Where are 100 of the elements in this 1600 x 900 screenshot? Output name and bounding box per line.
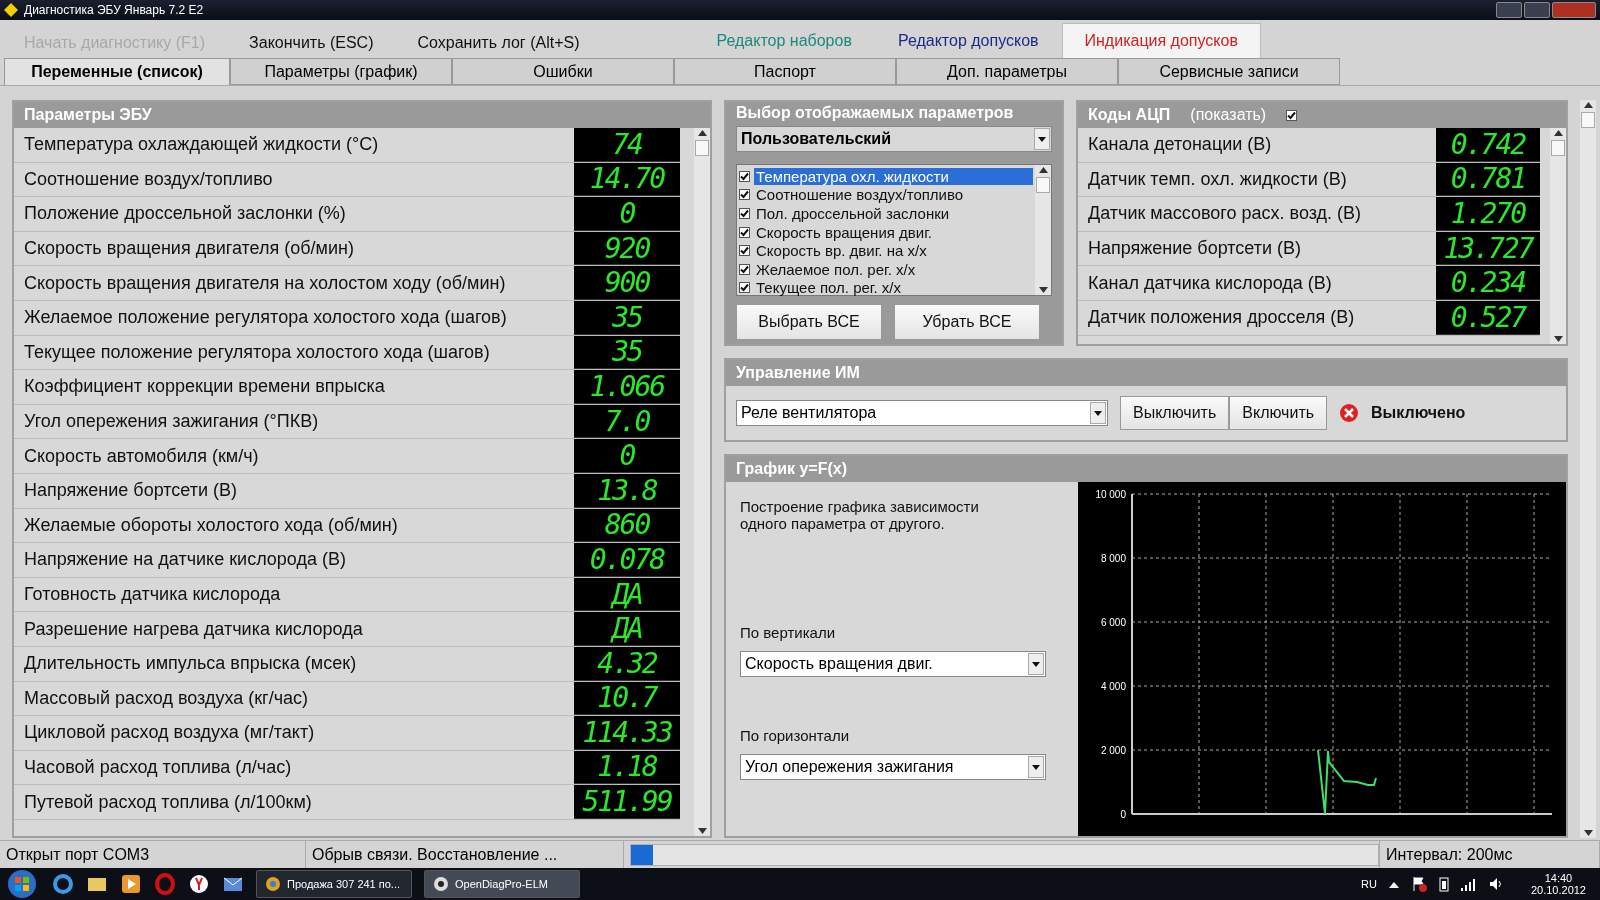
dropdown-arrow-icon[interactable] [1094, 410, 1102, 416]
tab[interactable]: Ошибки [452, 58, 674, 85]
scroll-thumb[interactable] [1581, 112, 1595, 128]
dropdown-arrow-icon[interactable] [1032, 661, 1040, 667]
adc-value: 0.742 [1436, 128, 1540, 162]
language-indicator[interactable]: RU [1361, 878, 1377, 890]
horizontal-dropdown[interactable]: Угол опережения зажигания [740, 754, 1046, 780]
scroll-down-icon[interactable] [1038, 287, 1048, 293]
graph-description: Построение графика зависимости одного параметра от другого. [740, 498, 980, 532]
checkbox[interactable] [739, 208, 750, 219]
browser-icon[interactable] [52, 873, 74, 895]
scroll-thumb[interactable] [695, 140, 709, 156]
parameter-value: 1.18 [574, 750, 680, 785]
parameter-list-item[interactable]: Текущее пол. рег. х/х [739, 278, 1033, 298]
parameter-value: 1.066 [574, 370, 680, 404]
parameter-value: 74 [574, 128, 680, 162]
toolbar-button[interactable]: Сохранить лог (Alt+S) [417, 34, 580, 58]
parameter-name: Скорость вращения двигателя на холостом ходу (об/мин) [23, 271, 507, 295]
checkbox[interactable] [739, 226, 750, 238]
tab[interactable]: Параметры (график) [230, 58, 452, 85]
scrollbar[interactable] [1035, 165, 1051, 295]
parameter-value: 35 [574, 300, 680, 335]
scroll-up-icon[interactable] [1038, 167, 1048, 173]
tick-label: 0 [1120, 809, 1126, 820]
scroll-up-icon[interactable] [1583, 102, 1593, 108]
battery-icon[interactable] [1438, 876, 1449, 892]
checkbox[interactable] [739, 263, 750, 275]
parameter-list-item[interactable]: Пол. дроссельной заслонки [739, 204, 1033, 223]
clock-date: 20.10.2012 [1530, 884, 1586, 896]
parameter-value: 10.7 [574, 681, 680, 716]
parameter-list-item[interactable]: Желаемое пол. рег. х/х [739, 259, 1033, 279]
parameter-value: 4.32 [574, 646, 680, 681]
tray-arrow-icon[interactable] [1388, 880, 1399, 888]
checkbox[interactable] [1286, 109, 1298, 121]
scroll-down-icon[interactable] [1583, 830, 1593, 836]
scroll-thumb[interactable] [1551, 140, 1565, 156]
mode-tab[interactable]: Индикация допусков [1061, 23, 1261, 58]
select-button[interactable]: Выбрать ВСЕ [736, 304, 882, 340]
parameter-list-item[interactable]: Соотношение воздух/топливо [739, 185, 1033, 205]
minimize-button[interactable] [1496, 2, 1522, 18]
scroll-down-icon[interactable] [1553, 336, 1563, 342]
parameter-list-item[interactable]: Скорость вр. двиг. на х/х [739, 241, 1033, 260]
control-button[interactable]: Включить [1229, 396, 1328, 430]
dropdown-arrow-icon[interactable] [1032, 764, 1040, 770]
parameter-value: 900 [574, 266, 680, 300]
device-dropdown[interactable]: Реле вентилятора [736, 400, 1108, 426]
scrollbar[interactable] [1550, 128, 1566, 344]
parameter-name: Угол опережения зажигания (°ПКВ) [23, 410, 320, 434]
parameter-value: ДА [574, 577, 680, 612]
taskbar-button[interactable]: OpenDiagPro-ELM [424, 870, 580, 898]
control-button[interactable]: Выключить [1120, 396, 1230, 430]
tab[interactable]: Доп. параметры [896, 58, 1118, 85]
preset-dropdown[interactable]: Пользовательский [736, 126, 1052, 152]
axis-label: По вертикали [740, 624, 837, 641]
parameter-name: Часовой расход топлива (л/час) [23, 756, 293, 779]
adc-name: Канала детонации (В) [1087, 133, 1273, 157]
checkbox[interactable] [739, 170, 750, 182]
mode-tab[interactable]: Редактор допусков [874, 23, 1062, 58]
adc-value: 1.270 [1436, 197, 1540, 231]
parameter-name: Соотношение воздух/топливо [23, 167, 274, 191]
dropdown-arrow-icon[interactable] [1038, 136, 1046, 142]
clock-time: 14:40 [1544, 872, 1573, 884]
parameter-value: 920 [574, 231, 680, 266]
control-status: Выключено [1371, 404, 1466, 422]
checkbox[interactable] [739, 189, 750, 201]
parameter-value: 114.33 [574, 716, 680, 750]
scrollbar[interactable] [694, 128, 710, 836]
adc-value: 0.781 [1436, 162, 1540, 197]
parameter-name: Длительность импульса впрыска (мсек) [23, 652, 358, 676]
select-button[interactable]: Убрать ВСЕ [894, 304, 1040, 340]
adc-name: Датчик темп. охл. жидкости (В) [1087, 167, 1348, 191]
media-player-icon[interactable] [120, 873, 142, 895]
app-icon [4, 3, 18, 17]
app-icon [265, 876, 281, 892]
vertical-dropdown[interactable]: Скорость вращения двиг. [740, 651, 1046, 677]
window-title: Диагностика ЭБУ Январь 7.2 E2 [24, 3, 204, 17]
parameter-name: Путевой расход топлива (л/100км) [23, 790, 313, 814]
tab[interactable]: Переменные (список) [4, 58, 230, 85]
panel-title: Параметры ЭБУ [24, 106, 152, 124]
tab[interactable]: Сервисные записи [1118, 58, 1340, 85]
checkbox[interactable] [739, 282, 750, 294]
flag-icon[interactable] [1410, 876, 1427, 892]
toolbar-button[interactable]: Закончить (ESC) [249, 34, 374, 58]
scroll-thumb[interactable] [1036, 177, 1050, 193]
signal-icon[interactable] [1460, 877, 1477, 891]
scroll-up-icon[interactable] [697, 130, 707, 136]
parameter-value: 0.078 [574, 543, 680, 577]
parameter-value: 860 [574, 508, 680, 543]
maximize-button[interactable] [1524, 2, 1550, 18]
parameter-list-item[interactable]: Скорость вращения двиг. [739, 222, 1033, 242]
app-icon [433, 876, 449, 892]
browser-icon[interactable] [188, 873, 210, 895]
scroll-up-icon[interactable] [1553, 130, 1563, 136]
scrollbar[interactable] [1580, 100, 1596, 838]
scroll-down-icon[interactable] [697, 828, 707, 834]
tick-label: 2 000 [1100, 745, 1126, 756]
checkbox[interactable] [739, 245, 750, 257]
parameter-name: Разрешение нагрева датчика кислорода [23, 617, 364, 641]
tab[interactable]: Паспорт [674, 58, 896, 85]
taskbar-button[interactable]: Продажа 307 241 по... [256, 870, 412, 898]
